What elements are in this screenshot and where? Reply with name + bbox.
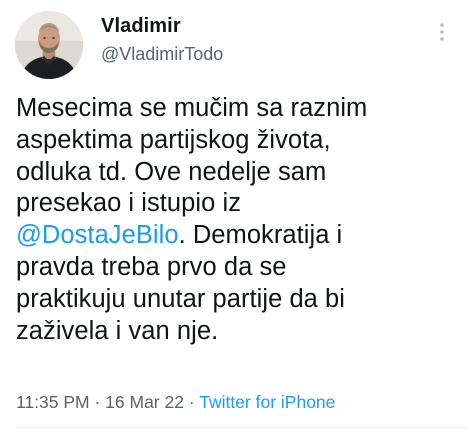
divider	[16, 427, 468, 428]
author-display-name[interactable]: Vladimir	[101, 15, 181, 38]
more-vertical-icon	[440, 23, 444, 41]
tweet-text: Mesecima se mučim sa raznim aspektima pa…	[16, 93, 456, 347]
meta-separator: ·	[89, 392, 106, 412]
more-options-button[interactable]	[430, 20, 454, 44]
mention-link[interactable]: @DostaJeBilo	[16, 221, 179, 249]
tweet-text-part1: Mesecima se mučim sa raznim aspektima pa…	[16, 94, 368, 218]
profile-photo	[15, 11, 83, 79]
tweet-meta: 11:35 PM · 16 Mar 22 · Twitter for iPhon…	[16, 392, 335, 413]
tweet-date[interactable]: 16 Mar 22	[105, 392, 184, 412]
author-handle[interactable]: @VladimirTodo	[101, 44, 223, 65]
avatar[interactable]	[15, 11, 83, 79]
tweet: Vladimir @VladimirTodo Mesecima se mučim…	[0, 0, 468, 430]
tweet-time[interactable]: 11:35 PM	[16, 392, 90, 412]
tweet-source-link[interactable]: Twitter for iPhone	[199, 392, 335, 412]
meta-separator: ·	[183, 392, 200, 412]
